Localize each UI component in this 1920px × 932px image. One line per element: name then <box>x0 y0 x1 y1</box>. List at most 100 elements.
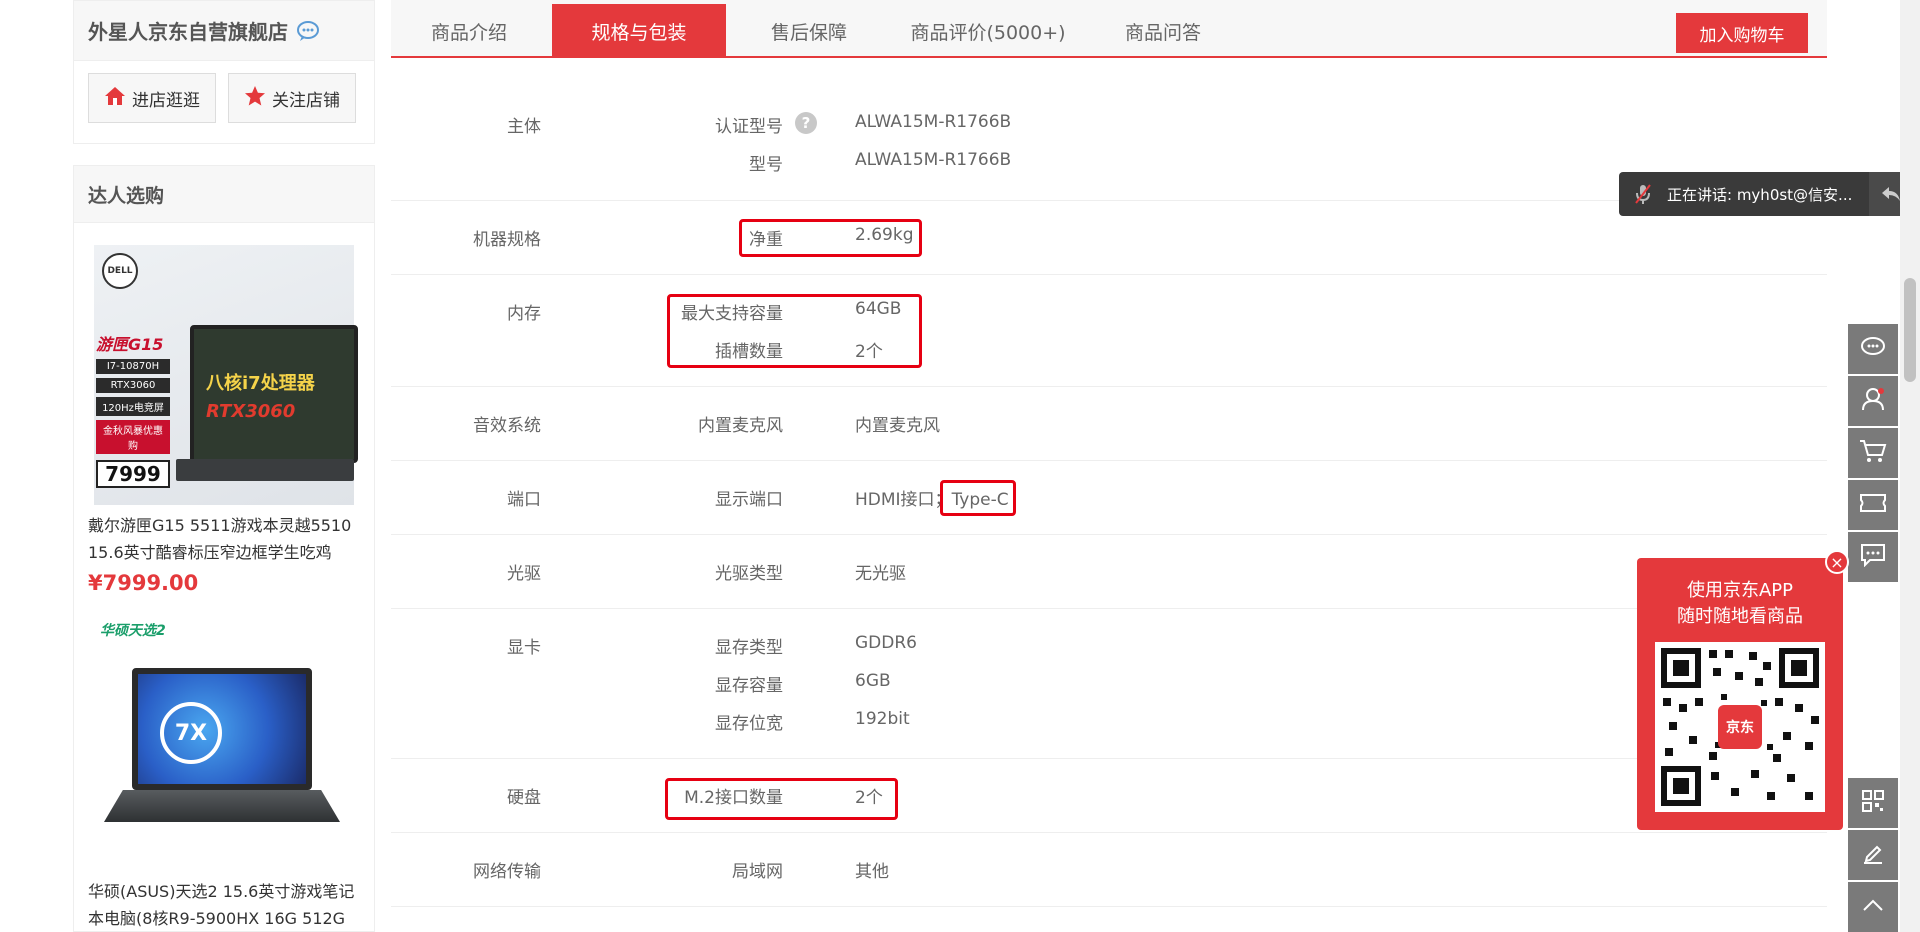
spec-group-label: 内存 <box>507 304 541 324</box>
spec-key: 显示端口 <box>715 490 783 510</box>
product-title-asus-tianxuan2[interactable]: 华硕(ASUS)天选2 15.6英寸游戏笔记本电脑(8核R9-5900HX 16… <box>88 878 368 932</box>
tab-reviews[interactable]: 商品评价(5000+) <box>903 4 1073 58</box>
qrcode-icon <box>1861 789 1885 817</box>
home-icon <box>104 85 126 112</box>
spec-group-machine: 机器规格 净重 2.69kg <box>391 200 1827 275</box>
screen-gpu-text: RTX3060 <box>206 401 296 422</box>
app-qrcode-panel: 使用京东APP 随时随地看商品 京东 <box>1637 558 1843 830</box>
talent-picks-panel: 达人选购 DELL 游匣G15 I7-10870H RTX3060 120Hz电… <box>73 165 375 932</box>
chat-bubble-icon <box>1860 336 1886 362</box>
spec-group-ports: 端口 显示端口 HDMI接口；Type-C <box>391 460 1827 535</box>
highlight-box-memory <box>667 294 922 368</box>
spec-group-label: 显卡 <box>507 638 541 658</box>
follow-shop-button[interactable]: 关注店铺 <box>228 73 356 123</box>
spec-group-main: 主体 认证型号 ? ALWA15M-R1766B 型号 ALWA15M-R176… <box>391 60 1827 201</box>
qrcode-image: 京东 <box>1655 642 1825 812</box>
spec-group-label: 端口 <box>507 490 541 510</box>
spec-key: 显存容量 <box>715 676 783 696</box>
spec-group-label: 光驱 <box>507 564 541 584</box>
edit-pen-icon <box>1861 841 1885 869</box>
voice-speaking-bar: 正在讲话: myh0st@信安... <box>1619 172 1913 216</box>
asus-laptop-keyboard-image <box>104 790 340 822</box>
tianxuan-7x-logo: 7X <box>160 702 222 764</box>
spec-group-label: 硬盘 <box>507 788 541 808</box>
product-image-asus-tianxuan2[interactable]: 7X <box>132 668 312 790</box>
qr-close-icon[interactable]: × <box>1825 550 1849 574</box>
spec-group-storage: 硬盘 M.2接口数量 2个 <box>391 758 1827 833</box>
tab-after-sales[interactable]: 售后保障 <box>749 4 869 58</box>
sidebar-user-button[interactable] <box>1848 376 1898 426</box>
jd-app-logo: 京东 <box>1718 705 1762 749</box>
tab-product-intro[interactable]: 商品介绍 <box>409 4 529 58</box>
follow-shop-label: 关注店铺 <box>272 90 340 111</box>
sidebar-qrcode-button[interactable] <box>1848 778 1898 828</box>
spec-chip-screen: 120Hz电竞屏 <box>96 397 170 416</box>
spec-group-network: 网络传输 局域网 其他 <box>391 832 1827 907</box>
spec-value: GDDR6 <box>855 633 917 653</box>
spec-chip-gpu: RTX3060 <box>96 378 170 393</box>
product-image-dell-g15[interactable]: DELL 游匣G15 I7-10870H RTX3060 120Hz电竞屏 金秋… <box>94 245 358 505</box>
scrollbar-thumb[interactable] <box>1904 278 1916 382</box>
highlight-box-m2-slots <box>665 778 898 820</box>
spec-group-label: 网络传输 <box>473 862 541 882</box>
spec-value: 其他 <box>855 862 889 882</box>
chevron-up-icon <box>1861 897 1885 917</box>
sidebar-chat-button[interactable] <box>1848 324 1898 374</box>
tab-qa[interactable]: 商品问答 <box>1103 4 1223 58</box>
enter-shop-label: 进店逛逛 <box>132 90 200 111</box>
page-scrollbar[interactable] <box>1900 0 1920 932</box>
promo-price-chip: 7999 <box>96 460 170 488</box>
help-question-icon[interactable]: ? <box>795 112 817 134</box>
spec-group-audio: 音效系统 内置麦克风 内置麦克风 <box>391 386 1827 461</box>
asus-tianxuan-logo: 华硕天选2 <box>100 623 166 639</box>
laptop-keyboard-image <box>176 459 354 481</box>
ticket-icon <box>1859 492 1887 518</box>
spec-key: 显存类型 <box>715 638 783 658</box>
customer-service-chat-icon[interactable] <box>296 20 320 42</box>
spec-group-memory: 内存 最大支持容量 64GB 插槽数量 2个 <box>391 274 1827 387</box>
spec-group-optical: 光驱 光驱类型 无光驱 <box>391 534 1827 609</box>
star-icon <box>244 85 266 112</box>
sidebar-coupon-button[interactable] <box>1848 480 1898 530</box>
qr-title-line1: 使用京东APP <box>1686 580 1794 601</box>
highlight-box-typec <box>940 480 1016 516</box>
sidebar-back-to-top-button[interactable] <box>1848 882 1898 932</box>
qr-title-line2: 随时随地看商品 <box>1677 606 1803 627</box>
muted-mic-icon[interactable] <box>1619 183 1667 205</box>
sidebar-feedback-button[interactable] <box>1848 830 1898 880</box>
screen-cpu-text: 八核i7处理器 <box>206 373 315 394</box>
enter-shop-button[interactable]: 进店逛逛 <box>88 73 216 123</box>
sidebar-cart-button[interactable] <box>1848 428 1898 478</box>
spec-group-label: 音效系统 <box>473 416 541 436</box>
laptop-screen-image: 八核i7处理器 RTX3060 <box>190 325 358 463</box>
spec-chip-promo: 金秋风暴优惠购 <box>96 420 170 454</box>
talent-picks-title: 达人选购 <box>74 166 374 223</box>
shop-name[interactable]: 外星人京东自营旗舰店 <box>88 16 288 45</box>
product-price-dell-g15: ¥7999.00 <box>88 571 199 595</box>
spec-key: 局域网 <box>732 862 783 882</box>
tab-specs-packaging[interactable]: 规格与包装 <box>552 4 726 58</box>
product-detail-tabbar: 商品介绍 规格与包装 售后保障 商品评价(5000+) 商品问答 <box>391 0 1827 58</box>
shop-info-panel: 外星人京东自营旗舰店 进店逛逛 关注店铺 <box>73 0 375 144</box>
sidebar-message-button[interactable] <box>1848 532 1898 582</box>
g15-series-label: 游匣G15 <box>96 335 164 354</box>
spec-key: 显存位宽 <box>715 714 783 734</box>
spec-value: 192bit <box>855 709 910 729</box>
spec-value: ALWA15M-R1766B <box>855 112 1012 132</box>
add-to-cart-button[interactable]: 加入购物车 <box>1676 13 1808 53</box>
user-icon <box>1860 386 1886 416</box>
spec-value: ALWA15M-R1766B <box>855 150 1012 170</box>
spec-key: 型号 <box>749 155 783 175</box>
cart-icon <box>1859 439 1887 467</box>
spec-key: 内置麦克风 <box>698 416 783 436</box>
spec-value: 6GB <box>855 671 891 691</box>
product-title-dell-g15[interactable]: 戴尔游匣G15 5511游戏本灵越5510 15.6英寸酷睿标压窄边框学生吃鸡 <box>88 512 368 566</box>
shop-buttons: 进店逛逛 关注店铺 <box>74 61 374 135</box>
shop-header: 外星人京东自营旗舰店 <box>74 1 374 61</box>
spec-value: 无光驱 <box>855 564 906 584</box>
dell-logo: DELL <box>102 253 138 289</box>
spec-key: 认证型号 <box>715 117 783 137</box>
spec-group-gpu: 显卡 显存类型 GDDR6 显存容量 6GB 显存位宽 192bit <box>391 608 1827 759</box>
spec-group-label: 主体 <box>507 117 541 137</box>
highlight-box-net-weight <box>739 219 922 257</box>
